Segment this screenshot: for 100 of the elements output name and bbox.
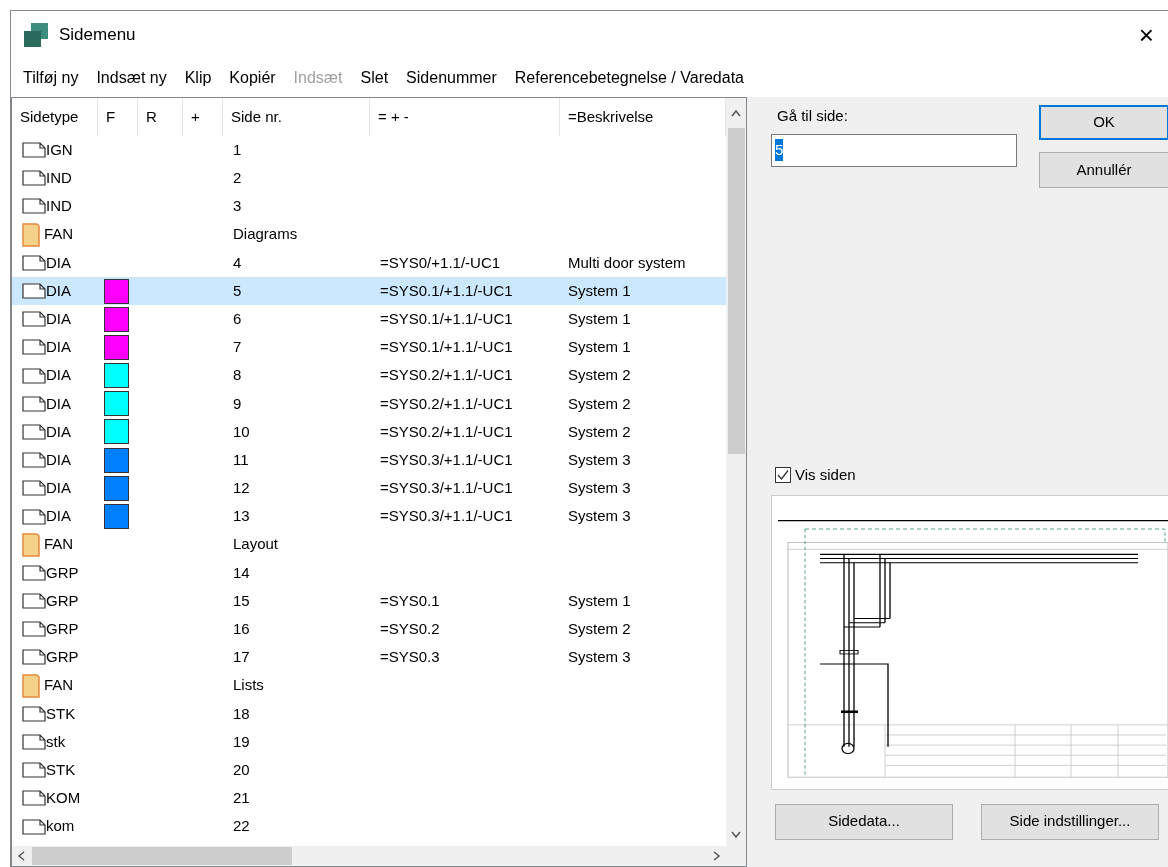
list-row[interactable]: STK 20 — [12, 756, 726, 785]
page-description: System 3 — [568, 479, 631, 497]
page-type: GRP — [46, 562, 79, 583]
menu-item[interactable]: Slet — [360, 66, 389, 90]
list-row[interactable]: IND 2 — [12, 164, 726, 193]
app-logo-icon — [23, 22, 49, 48]
column-header[interactable]: F — [98, 98, 138, 136]
list-row[interactable]: GRP 15 =SYS0.1 System 1 — [12, 587, 726, 616]
menu-item[interactable]: Kopiér — [229, 66, 276, 90]
list-row[interactable]: KOM 21 — [12, 784, 726, 813]
page-number: 14 — [233, 563, 250, 581]
page-icon — [22, 790, 46, 807]
reference-designation: =SYS0.2/+1.1/-UC1 — [380, 366, 513, 384]
page-type: DIA — [46, 252, 71, 273]
list-row[interactable]: stk 19 — [12, 727, 726, 757]
list-row[interactable]: STK 18 — [12, 699, 726, 728]
page-description: System 3 — [568, 648, 631, 666]
page-description: System 1 — [568, 309, 631, 327]
scrollbar-thumb[interactable] — [727, 128, 745, 454]
page-icon — [22, 705, 46, 722]
field-value: 5 — [775, 138, 784, 162]
page-type: IGN — [46, 139, 73, 160]
reference-designation: =SYS0/+1.1/-UC1 — [380, 253, 501, 271]
list-row[interactable]: GRP 14 — [12, 558, 726, 587]
list-row[interactable]: FAN Layout — [12, 530, 726, 559]
list-row[interactable]: DIA 10 =SYS0.2/+1.1/-UC1 System 2 — [12, 417, 726, 447]
page-number: Layout — [233, 535, 279, 553]
list-row[interactable]: DIA 7 =SYS0.1/+1.1/-UC1 System 1 — [12, 333, 726, 362]
page-type: DIA — [46, 337, 71, 358]
list-row[interactable]: DIA 5 =SYS0.1/+1.1/-UC1 System 1 — [12, 276, 726, 306]
page-description: System 1 — [568, 338, 631, 356]
page-icon — [22, 395, 46, 412]
list-row[interactable]: DIA 8 =SYS0.2/+1.1/-UC1 System 2 — [12, 361, 726, 390]
menu-item[interactable]: Klip — [184, 66, 212, 90]
goto-field[interactable]: 5 — [771, 133, 1017, 167]
page-description: System 2 — [568, 422, 631, 440]
page-icon — [22, 311, 46, 328]
page-type: stk — [46, 731, 66, 752]
page-icon — [22, 142, 46, 159]
page-type: GRP — [46, 647, 79, 668]
page-icon — [22, 734, 46, 751]
page-icon — [22, 367, 46, 384]
page-type: FAN — [44, 534, 74, 555]
page-number: 11 — [233, 450, 249, 468]
page-type: kom — [46, 816, 75, 837]
page-number: 18 — [233, 704, 250, 722]
reference-designation: =SYS0.3/+1.1/-UC1 — [380, 507, 513, 525]
page-type: FAN — [44, 675, 74, 696]
list-row[interactable]: DIA 9 =SYS0.2/+1.1/-UC1 System 2 — [12, 389, 726, 418]
list-row[interactable]: GRP 16 =SYS0.2 System 2 — [12, 615, 726, 644]
list-row[interactable]: kom 22 — [12, 812, 726, 841]
page-icon — [22, 170, 46, 187]
menu-item[interactable]: Referencebetegnelse / Varedata — [514, 66, 744, 90]
horizontal-scrollbar[interactable] — [12, 846, 746, 866]
reference-designation: =SYS0.1/+1.1/-UC1 — [380, 309, 513, 327]
cancel-button[interactable]: Annullér — [1039, 152, 1168, 188]
page-number: 19 — [233, 732, 250, 750]
list-row[interactable]: DIA 6 =SYS0.1/+1.1/-UC1 System 1 — [12, 305, 726, 334]
page-settings-button[interactable]: Side indstillinger... — [981, 803, 1159, 840]
page-icon — [22, 508, 46, 525]
page-description: System 3 — [568, 450, 631, 468]
list-row[interactable]: GRP 17 =SYS0.3 System 3 — [12, 643, 726, 672]
page-number: 17 — [233, 648, 250, 666]
column-header[interactable]: R — [138, 98, 183, 136]
page-type: DIA — [46, 308, 71, 329]
page-number: 16 — [233, 620, 250, 638]
page-type: GRP — [46, 619, 79, 640]
column-header[interactable]: + — [183, 98, 223, 136]
page-number: 15 — [233, 591, 250, 609]
scrollbar-thumb[interactable] — [32, 847, 292, 865]
list-row[interactable]: DIA 12 =SYS0.3/+1.1/-UC1 System 3 — [12, 474, 726, 503]
list-row[interactable]: FAN Diagrams — [12, 220, 726, 249]
menu-item[interactable]: Indsæt ny — [96, 66, 167, 90]
page-number: 6 — [233, 309, 242, 327]
checkbox[interactable] — [775, 467, 791, 484]
page-number: 12 — [233, 479, 250, 497]
reference-designation: =SYS0.1/+1.1/-UC1 — [380, 338, 513, 356]
page-data-button[interactable]: Sidedata... — [775, 803, 953, 840]
page-icon — [22, 452, 46, 469]
close-button[interactable]: × — [1136, 22, 1156, 48]
list-row[interactable]: DIA 11 =SYS0.3/+1.1/-UC1 System 3 — [12, 446, 726, 475]
goto-label: Gå til side: — [776, 106, 849, 126]
column-header[interactable]: = + - — [370, 98, 560, 136]
list-row[interactable]: DIA 4 =SYS0/+1.1/-UC1 Multi door system — [12, 248, 726, 277]
column-header[interactable]: Side nr. — [223, 98, 370, 136]
vertical-scrollbar[interactable] — [726, 98, 746, 846]
list-row[interactable]: IND 3 — [12, 192, 726, 221]
page-icon — [22, 480, 46, 497]
list-row[interactable]: DIA 13 =SYS0.3/+1.1/-UC1 System 3 — [12, 502, 726, 531]
column-header[interactable]: Sidetype — [12, 98, 98, 136]
page-type: DIA — [46, 421, 71, 442]
ok-button[interactable]: OK — [1039, 105, 1168, 140]
list-row[interactable]: FAN Lists — [12, 671, 726, 700]
page-type: DIA — [46, 478, 71, 499]
menu-item[interactable]: Tilføj ny — [23, 66, 79, 90]
page-type: DIA — [46, 365, 71, 386]
menu-item[interactable]: Sidenummer — [406, 66, 497, 90]
list-row[interactable]: IGN 1 — [12, 136, 726, 165]
page-type: DIA — [46, 280, 71, 301]
page-number: 3 — [233, 197, 242, 215]
